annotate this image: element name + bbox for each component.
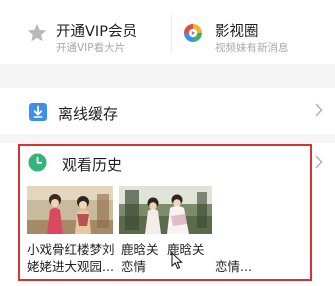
video-circle-title: 影视圈 bbox=[215, 24, 259, 40]
history-thumbnail-1[interactable] bbox=[27, 186, 113, 234]
mouse-cursor-icon bbox=[171, 252, 183, 270]
video-circle-icon bbox=[184, 24, 202, 42]
history-item-2-title-line1: 鹿晗关 bbox=[121, 242, 159, 257]
history-item-2-title-line2: 恋情 bbox=[121, 259, 147, 274]
history-item-1-title-line2: 姥姥进大观园... bbox=[27, 259, 114, 274]
vip-subtitle: 开通VIP看大片 bbox=[56, 42, 126, 54]
download-icon bbox=[29, 103, 47, 121]
watch-history-title: 观看历史 bbox=[62, 156, 123, 174]
vip-title: 开通VIP会员 bbox=[56, 24, 137, 40]
video-circle-subtitle: 视频妹有新消息 bbox=[215, 42, 289, 54]
video-circle-tile[interactable]: 影视圈 视频妹有新消息 bbox=[173, 0, 335, 62]
history-item-3-title-line2: 恋情... bbox=[215, 259, 252, 274]
section-gap-2 bbox=[0, 134, 335, 143]
clock-icon bbox=[28, 153, 47, 172]
offline-cache-title: 离线缓存 bbox=[58, 105, 119, 123]
star-icon bbox=[27, 23, 47, 42]
history-chevron-icon[interactable] bbox=[315, 155, 323, 169]
vip-tile[interactable]: 开通VIP会员 开通VIP看大片 bbox=[0, 0, 168, 62]
chevron-right-icon bbox=[315, 103, 323, 117]
watch-history-section[interactable]: 观看历史 小戏骨红楼梦刘 姥姥进大观园... 鹿晗关 恋情 鹿晗关 恋情... bbox=[18, 144, 312, 281]
offline-cache-row[interactable]: 离线缓存 bbox=[0, 90, 335, 134]
tile-divider bbox=[171, 14, 172, 52]
section-gap bbox=[0, 64, 335, 88]
history-thumbnail-2[interactable] bbox=[119, 186, 212, 234]
history-item-1-title-line1: 小戏骨红楼梦刘 bbox=[27, 242, 115, 257]
